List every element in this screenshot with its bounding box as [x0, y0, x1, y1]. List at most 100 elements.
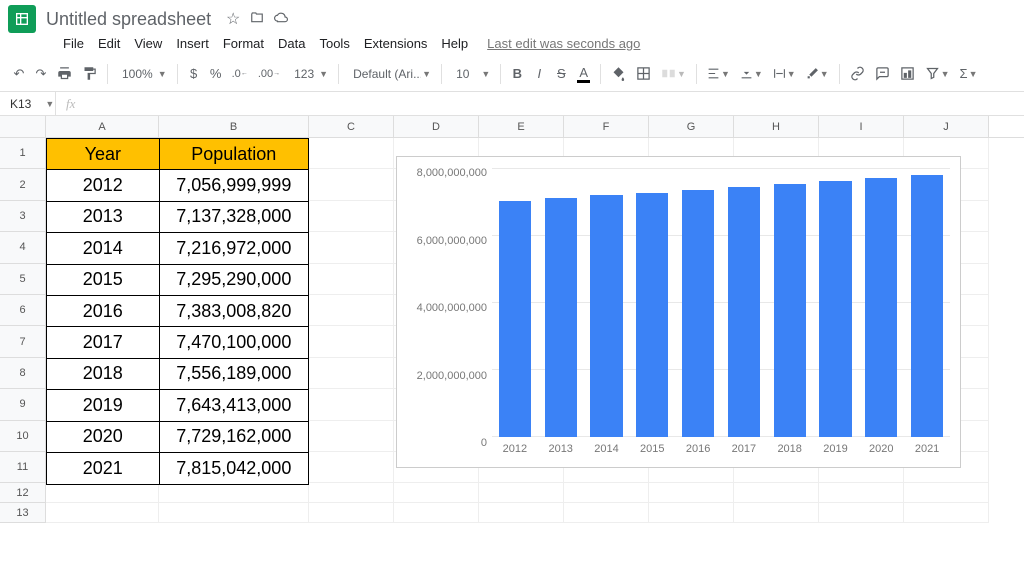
strikethrough-button[interactable]: S: [551, 62, 571, 86]
cell[interactable]: [309, 452, 394, 483]
cell[interactable]: [479, 483, 564, 503]
text-color-button[interactable]: A: [573, 62, 594, 86]
table-cell[interactable]: 7,295,290,000: [160, 265, 308, 295]
cell[interactable]: [309, 295, 394, 326]
name-box[interactable]: K13▼: [0, 92, 56, 115]
decrease-decimal-button[interactable]: .0←: [228, 62, 252, 86]
cell[interactable]: [394, 483, 479, 503]
bar-2020[interactable]: [865, 178, 897, 437]
cell[interactable]: [46, 503, 159, 523]
row-header-8[interactable]: 8: [0, 358, 46, 389]
functions-button[interactable]: Σ▼: [956, 62, 982, 86]
col-header-E[interactable]: E: [479, 116, 564, 137]
row-header-12[interactable]: 12: [0, 483, 46, 503]
sheets-logo[interactable]: [8, 5, 36, 33]
table-cell[interactable]: 7,556,189,000: [160, 359, 308, 389]
chart[interactable]: 2012201320142015201620172018201920202021…: [396, 156, 961, 468]
bar-2015[interactable]: [636, 193, 668, 437]
bar-2021[interactable]: [911, 175, 943, 437]
cell[interactable]: [309, 232, 394, 263]
row-header-3[interactable]: 3: [0, 201, 46, 232]
cell[interactable]: [309, 138, 394, 169]
filter-button[interactable]: ▼: [921, 62, 954, 86]
table-cell[interactable]: 2015: [47, 265, 160, 295]
cell[interactable]: [309, 389, 394, 420]
merge-button[interactable]: ▼: [657, 62, 690, 86]
font-size-select[interactable]: 10▼: [448, 62, 494, 86]
menu-tools[interactable]: Tools: [312, 34, 356, 53]
cell[interactable]: [904, 503, 989, 523]
table-cell[interactable]: 7,137,328,000: [160, 202, 308, 232]
formula-input[interactable]: [85, 92, 1024, 115]
cell[interactable]: [309, 201, 394, 232]
cell[interactable]: [649, 503, 734, 523]
table-cell[interactable]: 7,216,972,000: [160, 233, 308, 263]
undo-button[interactable]: ↶: [9, 62, 29, 86]
bar-2017[interactable]: [728, 187, 760, 437]
menu-file[interactable]: File: [56, 34, 91, 53]
cell[interactable]: [649, 483, 734, 503]
last-edit-link[interactable]: Last edit was seconds ago: [487, 36, 640, 51]
comment-button[interactable]: [871, 62, 894, 86]
col-header-A[interactable]: A: [46, 116, 159, 137]
cell[interactable]: [309, 264, 394, 295]
table-cell[interactable]: 2016: [47, 296, 160, 326]
document-title[interactable]: Untitled spreadsheet: [46, 9, 211, 30]
cell[interactable]: [564, 483, 649, 503]
cell[interactable]: [734, 503, 819, 523]
table-cell[interactable]: 2020: [47, 422, 160, 452]
menu-format[interactable]: Format: [216, 34, 271, 53]
row-header-11[interactable]: 11: [0, 452, 46, 483]
font-select[interactable]: Default (Ari...▼: [345, 62, 435, 86]
cell[interactable]: [159, 503, 309, 523]
col-header-C[interactable]: C: [309, 116, 394, 137]
table-cell[interactable]: 7,643,413,000: [160, 390, 308, 420]
col-header-J[interactable]: J: [904, 116, 989, 137]
italic-button[interactable]: I: [529, 62, 549, 86]
row-header-9[interactable]: 9: [0, 389, 46, 420]
row-header-2[interactable]: 2: [0, 169, 46, 200]
bar-2019[interactable]: [819, 181, 851, 437]
cell[interactable]: [479, 503, 564, 523]
menu-view[interactable]: View: [127, 34, 169, 53]
increase-decimal-button[interactable]: .00→: [254, 62, 284, 86]
rotate-button[interactable]: ▼: [802, 62, 833, 86]
currency-button[interactable]: $: [184, 62, 204, 86]
row-header-4[interactable]: 4: [0, 232, 46, 263]
borders-button[interactable]: [632, 62, 655, 86]
cell[interactable]: [819, 503, 904, 523]
row-header-7[interactable]: 7: [0, 326, 46, 357]
row-header-1[interactable]: 1: [0, 138, 46, 169]
redo-button[interactable]: ↷: [31, 62, 51, 86]
table-cell[interactable]: 2017: [47, 327, 160, 357]
cell[interactable]: [309, 421, 394, 452]
cloud-icon[interactable]: [271, 10, 291, 29]
table-cell[interactable]: 2014: [47, 233, 160, 263]
menu-insert[interactable]: Insert: [169, 34, 216, 53]
v-align-button[interactable]: ▼: [736, 62, 767, 86]
cell[interactable]: [309, 169, 394, 200]
menu-edit[interactable]: Edit: [91, 34, 127, 53]
cell[interactable]: [309, 326, 394, 357]
more-formats-button[interactable]: 123▼: [286, 62, 332, 86]
row-header-5[interactable]: 5: [0, 264, 46, 295]
table-header-population[interactable]: Population: [160, 139, 308, 169]
bar-2014[interactable]: [590, 195, 622, 437]
move-icon[interactable]: [247, 10, 267, 29]
table-cell[interactable]: 2012: [47, 170, 160, 200]
table-header-year[interactable]: Year: [47, 139, 160, 169]
print-button[interactable]: [53, 62, 76, 86]
paint-format-button[interactable]: [78, 62, 101, 86]
table-cell[interactable]: 7,383,008,820: [160, 296, 308, 326]
link-button[interactable]: [846, 62, 869, 86]
bold-button[interactable]: B: [507, 62, 527, 86]
bar-2012[interactable]: [499, 201, 531, 437]
table-cell[interactable]: 7,815,042,000: [160, 453, 308, 484]
bar-2013[interactable]: [545, 198, 577, 437]
table-cell[interactable]: 2013: [47, 202, 160, 232]
chart-button[interactable]: [896, 62, 919, 86]
bar-2018[interactable]: [774, 184, 806, 437]
cell[interactable]: [734, 483, 819, 503]
table-cell[interactable]: 7,729,162,000: [160, 422, 308, 452]
table-cell[interactable]: 2018: [47, 359, 160, 389]
